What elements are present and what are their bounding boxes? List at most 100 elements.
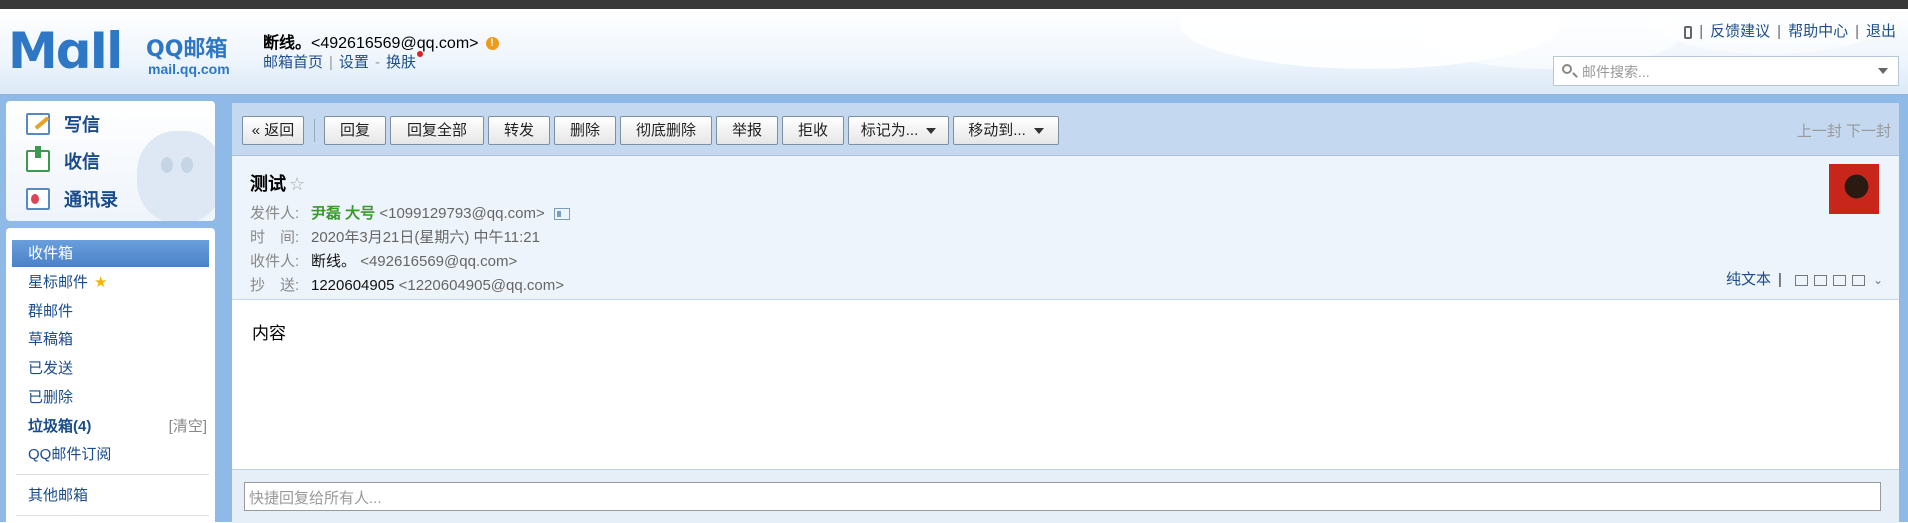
window-top-strip bbox=[0, 0, 1908, 9]
separator: | bbox=[1855, 23, 1859, 40]
folder-subscription[interactable]: QQ邮件订阅 bbox=[12, 441, 209, 468]
toolbar-separator bbox=[314, 119, 315, 142]
mark-as-dropdown[interactable]: 标记为... bbox=[848, 116, 949, 145]
move-to-dropdown[interactable]: 移动到... bbox=[953, 116, 1059, 145]
sender-email: <1099129793@qq.com> bbox=[379, 205, 545, 222]
account-email: <492616569@qq.com> bbox=[311, 35, 479, 52]
notification-dot bbox=[416, 51, 423, 57]
account-name: 断线。 bbox=[263, 35, 312, 52]
quick-reply-area bbox=[232, 469, 1899, 523]
search-dropdown-arrow-icon[interactable] bbox=[1878, 68, 1888, 74]
mail-search-input[interactable] bbox=[1580, 60, 1874, 84]
folder-spam[interactable]: 垃圾箱(4) [清空] bbox=[12, 413, 209, 440]
separator: | bbox=[329, 54, 333, 71]
mailbox-home-link[interactable]: 邮箱首页 bbox=[263, 54, 323, 71]
change-skin-link[interactable]: 换肤 bbox=[386, 54, 416, 71]
warning-icon[interactable]: ! bbox=[485, 37, 499, 51]
mobile-icon[interactable] bbox=[1684, 25, 1693, 39]
time-label: 时 间: bbox=[250, 229, 300, 246]
download-icon[interactable] bbox=[1832, 274, 1846, 286]
folder-inbox[interactable]: 收件箱 bbox=[12, 240, 209, 267]
delete-forever-button[interactable]: 彻底删除 bbox=[620, 116, 712, 145]
feedback-link[interactable]: 反馈建议 bbox=[1710, 23, 1770, 40]
mail-toolbar: « 返回 回复 回复全部 转发 删除 彻底删除 举报 拒收 标记为... 移动到… bbox=[232, 103, 1899, 156]
prev-next-navigation[interactable]: 上一封 下一封 bbox=[1797, 120, 1891, 141]
folder-other-mailboxes[interactable]: 其他邮箱 bbox=[12, 482, 209, 509]
folder-deleted[interactable]: 已删除 bbox=[12, 384, 209, 411]
contacts-icon bbox=[26, 188, 50, 210]
mail-read-panel: « 返回 回复 回复全部 转发 删除 彻底删除 举报 拒收 标记为... 移动到… bbox=[232, 103, 1899, 523]
clear-spam-link[interactable]: [清空] bbox=[169, 413, 207, 440]
account-links: 邮箱首页 | 设置 - 换肤 bbox=[263, 51, 423, 72]
to-label: 收件人: bbox=[250, 253, 300, 270]
sidebar-divider bbox=[16, 515, 209, 516]
contacts-label: 通讯录 bbox=[64, 190, 118, 210]
sidebar-actions: 写信 收信 通讯录 bbox=[6, 101, 215, 221]
subject-text: 测试 bbox=[250, 174, 286, 194]
separator: | bbox=[1699, 23, 1704, 40]
delete-button[interactable]: 删除 bbox=[554, 116, 616, 145]
folder-starred[interactable]: 星标邮件 ★ bbox=[12, 269, 209, 296]
reply-button[interactable]: 回复 bbox=[324, 116, 386, 145]
header: MɑIl QQ邮箱 mail.qq.com 断线。<492616569@qq.c… bbox=[0, 9, 1908, 94]
reject-button[interactable]: 拒收 bbox=[782, 116, 844, 145]
folder-sent[interactable]: 已发送 bbox=[12, 355, 209, 382]
logo-wordmark: MɑIl bbox=[8, 22, 123, 80]
from-label: 发件人: bbox=[250, 205, 300, 222]
save-icon[interactable] bbox=[1813, 274, 1827, 286]
compose-button[interactable]: 写信 bbox=[26, 109, 100, 139]
folder-list: 收件箱 星标邮件 ★ 群邮件 草稿箱 已发送 已删除 垃圾箱(4) [清空] QQ邮… bbox=[6, 228, 215, 522]
logout-link[interactable]: 退出 bbox=[1866, 23, 1896, 40]
receive-icon bbox=[26, 146, 50, 172]
contacts-button[interactable]: 通讯录 bbox=[26, 184, 118, 214]
recipient-name[interactable]: 断线。 bbox=[311, 253, 356, 270]
mail-search-box[interactable] bbox=[1553, 56, 1899, 86]
sidebar-divider bbox=[16, 474, 209, 475]
star-outline-icon[interactable]: ☆ bbox=[289, 174, 305, 194]
cc-name[interactable]: 1220604905 bbox=[311, 277, 394, 294]
contact-card-icon[interactable] bbox=[553, 208, 570, 221]
separator: | bbox=[1778, 271, 1782, 288]
forward-button[interactable]: 转发 bbox=[488, 116, 550, 145]
receive-label: 收信 bbox=[64, 152, 100, 172]
cc-row: 抄 送: 1220604905 <1220604905@qq.com> bbox=[250, 274, 564, 295]
cc-label: 抄 送: bbox=[250, 277, 300, 294]
search-icon bbox=[1562, 64, 1572, 74]
plain-text-link[interactable]: 纯文本 bbox=[1726, 271, 1771, 288]
dash-separator: - bbox=[374, 54, 380, 71]
mail-header: 测试 ☆ 发件人: 尹磊 大号 <1099129793@qq.com> 时 间: 20… bbox=[232, 156, 1899, 300]
chevron-down-icon bbox=[1033, 128, 1044, 135]
top-right-links: | 反馈建议 | 帮助中心 | 退出 bbox=[1684, 20, 1896, 41]
compose-label: 写信 bbox=[64, 115, 100, 135]
compose-icon bbox=[26, 113, 50, 135]
mark-as-label: 标记为... bbox=[860, 122, 919, 139]
mail-subject: 测试 ☆ bbox=[250, 170, 305, 196]
time-value: 2020年3月21日(星期六) 中午11:21 bbox=[311, 229, 540, 246]
sender-name[interactable]: 尹磊 大号 bbox=[311, 205, 375, 222]
folder-drafts[interactable]: 草稿箱 bbox=[12, 326, 209, 353]
back-button[interactable]: « 返回 bbox=[242, 116, 304, 145]
expand-more-icon[interactable]: ⌄ bbox=[1873, 273, 1883, 287]
folder-spam-label: 垃圾箱(4) bbox=[28, 418, 92, 435]
chevron-down-icon bbox=[926, 128, 937, 135]
account-info: 断线。<492616569@qq.com>! bbox=[263, 29, 499, 53]
mail-body: 内容 bbox=[252, 324, 286, 343]
sender-avatar[interactable] bbox=[1829, 164, 1879, 214]
view-tools: 纯文本 | ⌄ bbox=[1726, 268, 1883, 289]
report-button[interactable]: 举报 bbox=[716, 116, 778, 145]
separator: | bbox=[1777, 23, 1782, 40]
star-icon: ★ bbox=[94, 274, 108, 291]
help-center-link[interactable]: 帮助中心 bbox=[1788, 23, 1848, 40]
print-icon[interactable] bbox=[1851, 274, 1865, 286]
folder-group[interactable]: 群邮件 bbox=[12, 298, 209, 325]
from-row: 发件人: 尹磊 大号 <1099129793@qq.com> bbox=[250, 202, 570, 223]
logo-domain: mail.qq.com bbox=[148, 61, 230, 77]
quick-reply-input[interactable] bbox=[244, 482, 1881, 511]
settings-link[interactable]: 设置 bbox=[339, 54, 369, 71]
time-row: 时 间: 2020年3月21日(星期六) 中午11:21 bbox=[250, 226, 540, 247]
new-window-icon[interactable] bbox=[1794, 274, 1808, 286]
receive-button[interactable]: 收信 bbox=[26, 146, 100, 176]
logo-title: QQ邮箱 bbox=[146, 37, 228, 62]
to-row: 收件人: 断线。 <492616569@qq.com> bbox=[250, 250, 517, 271]
reply-all-button[interactable]: 回复全部 bbox=[390, 116, 484, 145]
